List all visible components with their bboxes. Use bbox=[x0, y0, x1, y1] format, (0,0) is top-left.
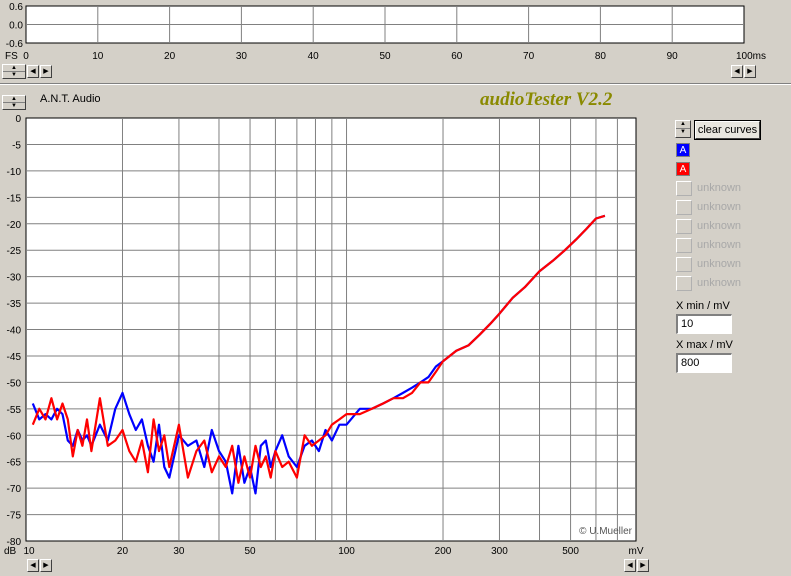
scope-x-tick-label: 40 bbox=[308, 51, 320, 62]
x-unit-label: mV bbox=[629, 546, 644, 557]
y-tick-label: -40 bbox=[7, 326, 22, 337]
device-name: A.N.T. Audio bbox=[40, 93, 101, 105]
clear-curves-button[interactable]: clear curves bbox=[694, 120, 761, 140]
scope-scroll-right-button[interactable]: ▶ bbox=[40, 65, 52, 78]
scope-y-ticks: 0.6 0.0 -0.6 bbox=[6, 2, 24, 50]
x-tick-label: 200 bbox=[435, 546, 452, 557]
legend-swatch[interactable]: A bbox=[676, 143, 690, 157]
legend-label: unknown bbox=[697, 182, 742, 194]
scope-y-tick-label: 0.6 bbox=[9, 2, 23, 13]
legend-swatch-empty[interactable] bbox=[676, 219, 692, 234]
xmax-input[interactable]: 800 bbox=[676, 353, 732, 373]
y-tick-label: -10 bbox=[7, 167, 22, 178]
scope-x-left-button[interactable]: ◀ bbox=[731, 65, 743, 78]
y-tick-label: -45 bbox=[7, 352, 22, 363]
y-ticks: 0 -5 -10 -15 -20 -25 -30 -35 -40 -45 -50 -55 -60 -65 -… bbox=[7, 114, 22, 548]
legend-swatch-empty[interactable] bbox=[676, 238, 692, 253]
x-tick-label: 100 bbox=[338, 546, 355, 557]
scope-x-tick-label: 60 bbox=[451, 51, 463, 62]
legend-swatch-empty[interactable] bbox=[676, 276, 692, 291]
scope-x-tick-label: 50 bbox=[379, 51, 391, 62]
scope-scroll-left-button[interactable]: ◀ bbox=[27, 65, 39, 78]
x-tick-label: 10 bbox=[23, 546, 35, 557]
y-tick-label: -5 bbox=[12, 140, 21, 151]
spin-down-icon[interactable]: ▼ bbox=[676, 129, 690, 137]
separator bbox=[0, 83, 791, 85]
y-tick-label: -60 bbox=[7, 431, 22, 442]
xmin-label: X min / mV bbox=[676, 300, 730, 312]
scope-y-spinner[interactable]: ▲ ▼ bbox=[2, 64, 26, 79]
x-tick-label: 50 bbox=[244, 546, 256, 557]
chart-x-left-button[interactable]: ◀ bbox=[624, 559, 636, 572]
scope-x-tick-label: 20 bbox=[164, 51, 176, 62]
y-tick-label: -25 bbox=[7, 246, 22, 257]
legend-swatch-empty[interactable] bbox=[676, 257, 692, 272]
chart-scroll-right-button[interactable]: ▶ bbox=[40, 559, 52, 572]
scope-x-tick-label: 80 bbox=[595, 51, 607, 62]
legend-swatch-empty[interactable] bbox=[676, 181, 692, 196]
x-tick-label: 300 bbox=[491, 546, 508, 557]
x-tick-label: 30 bbox=[173, 546, 185, 557]
xmax-label: X max / mV bbox=[676, 339, 733, 351]
y-tick-label: -35 bbox=[7, 299, 22, 310]
y-tick-label: -20 bbox=[7, 220, 22, 231]
legend-swatch-empty[interactable] bbox=[676, 200, 692, 215]
scope-y-tick-label: 0.0 bbox=[9, 21, 23, 32]
y-tick-label: -55 bbox=[7, 405, 22, 416]
y-tick-label: 0 bbox=[15, 114, 21, 125]
spin-down-icon[interactable]: ▼ bbox=[3, 72, 25, 79]
scope-x-tick-label: 10 bbox=[92, 51, 104, 62]
chart-x-right-button[interactable]: ▶ bbox=[637, 559, 649, 572]
x-ticks: dB 10 20 30 50 100 200 300 500 mV bbox=[4, 546, 644, 557]
scope-x-tick-label: 70 bbox=[523, 51, 535, 62]
legend-label: unknown bbox=[697, 239, 742, 251]
y-tick-label: -15 bbox=[7, 193, 22, 204]
xmin-input[interactable]: 10 bbox=[676, 314, 732, 334]
y-tick-label: -65 bbox=[7, 458, 22, 469]
y-tick-label: -50 bbox=[7, 378, 22, 389]
x-tick-label: 20 bbox=[117, 546, 129, 557]
chart-scroll-left-button[interactable]: ◀ bbox=[27, 559, 39, 572]
scope-y-tick-label: -0.6 bbox=[6, 39, 24, 50]
x-tick-label: 500 bbox=[562, 546, 579, 557]
legend-label: unknown bbox=[697, 258, 742, 270]
y-unit-label: dB bbox=[4, 546, 17, 557]
y-tick-label: -70 bbox=[7, 484, 22, 495]
copyright-label: © U.Mueller bbox=[579, 526, 633, 537]
y-tick-label: -30 bbox=[7, 273, 22, 284]
scope-x-ticks: FS 0 10 20 30 40 50 60 70 80 90 100ms bbox=[5, 51, 766, 62]
legend-label: unknown bbox=[697, 220, 742, 232]
main-chart: 0 -5 -10 -15 -20 -25 -30 -35 -40 -45 -50 -55 -60 -65 -… bbox=[4, 114, 644, 557]
spin-up-icon[interactable]: ▲ bbox=[676, 121, 690, 129]
y-tick-label: -75 bbox=[7, 511, 22, 522]
scope-x-tick-label: 100ms bbox=[736, 51, 766, 62]
scope-x-tick-label: 90 bbox=[667, 51, 679, 62]
legend-swatch[interactable]: A bbox=[676, 162, 690, 176]
scope-x-tick-label: 0 bbox=[23, 51, 29, 62]
curves-spinner[interactable]: ▲ ▼ bbox=[675, 120, 691, 138]
scope-x-right-button[interactable]: ▶ bbox=[744, 65, 756, 78]
scope-panel: 0.6 0.0 -0.6 FS 0 10 20 30 40 50 60 70 80 90 100ms bbox=[5, 2, 766, 62]
scope-x-prefix-label: FS bbox=[5, 51, 18, 62]
legend-label: unknown bbox=[697, 277, 742, 289]
legend-label: unknown bbox=[697, 201, 742, 213]
scope-x-tick-label: 30 bbox=[236, 51, 248, 62]
